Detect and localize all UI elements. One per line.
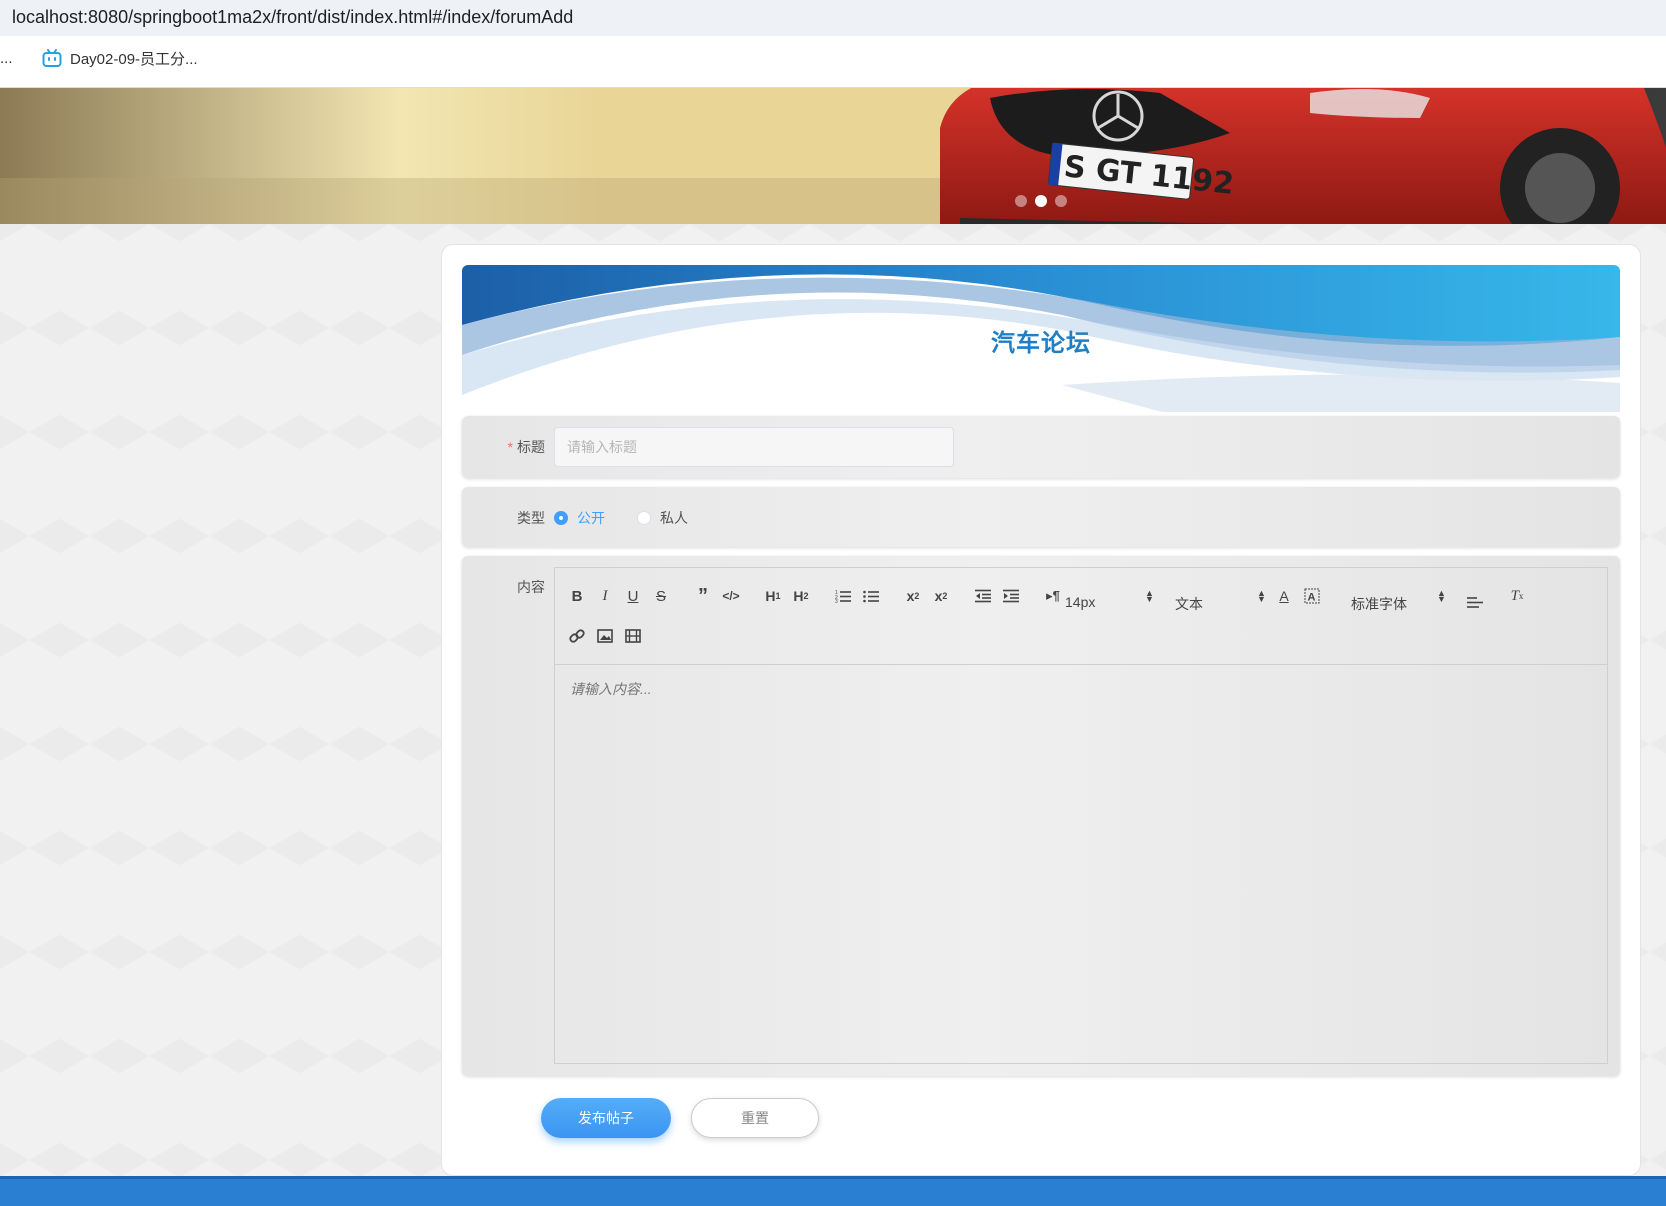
image-icon[interactable] (593, 624, 617, 648)
radio-public[interactable]: 公开 (554, 508, 605, 528)
clear-format-icon[interactable]: Tx (1505, 584, 1529, 608)
header-value: 文本 (1175, 596, 1203, 612)
video-icon[interactable] (621, 624, 645, 648)
title-input[interactable] (554, 427, 954, 467)
blockquote-icon[interactable]: ” (691, 584, 715, 608)
bullet-list-icon[interactable] (859, 584, 883, 608)
carousel-indicators (1015, 195, 1067, 207)
ordered-list-icon[interactable]: 123 (831, 584, 855, 608)
form-row-title: * 标题 (462, 416, 1620, 478)
indent-icon[interactable] (999, 584, 1023, 608)
banner-carousel[interactable]: S GT 1192 (0, 88, 1666, 224)
align-icon[interactable] (1463, 590, 1487, 614)
submit-post-button[interactable]: 发布帖子 (541, 1098, 671, 1138)
content-placeholder: 请输入内容... (570, 681, 652, 697)
card-header: 汽车论坛 (462, 265, 1620, 412)
code-block-icon[interactable]: </> (719, 584, 743, 608)
italic-icon[interactable]: I (593, 584, 617, 608)
font-family-select[interactable]: 标准字体 ▲ ▼ (1351, 589, 1471, 614)
editor-content-area[interactable]: 请输入内容... (555, 665, 1607, 1063)
banner-image: S GT 1192 (0, 88, 1666, 224)
required-mark: * (507, 439, 513, 455)
svg-text:3: 3 (835, 599, 838, 603)
page-title: 汽车论坛 (991, 330, 1091, 357)
reset-button[interactable]: 重置 (691, 1098, 819, 1138)
underline-icon[interactable]: U (621, 584, 645, 608)
radio-circle[interactable] (637, 511, 651, 525)
radio-private-label: 私人 (660, 510, 688, 526)
carousel-dot[interactable] (1015, 195, 1027, 207)
svg-text:A: A (1308, 592, 1316, 604)
title-label-text: 标题 (517, 439, 545, 455)
carousel-dot[interactable] (1055, 195, 1067, 207)
radio-public-label: 公开 (577, 510, 605, 526)
strike-icon[interactable]: S (649, 584, 673, 608)
bookmark-item[interactable]: Day02-09-员工分... (42, 48, 198, 69)
editor-toolbar: B I U S ” </> H1 H2 123 x2 x2 ▸¶ 14px ▲ … (555, 568, 1607, 665)
type-label: 类型 (517, 510, 545, 526)
form-row-type: 类型 公开 私人 (462, 487, 1620, 547)
bold-icon[interactable]: B (565, 584, 589, 608)
forum-add-card: 汽车论坛 *标题 类型 公开 私人 内容 B I U S ” </> (441, 244, 1641, 1176)
superscript-icon[interactable]: x2 (929, 584, 953, 608)
text-direction-icon[interactable]: ▸¶ (1041, 584, 1065, 608)
header-2-icon[interactable]: H2 (789, 584, 813, 608)
carousel-dot-active[interactable] (1035, 195, 1047, 207)
bookmarks-bar: ... Day02-09-员工分... (0, 36, 1666, 88)
title-label: * 标题 (508, 437, 545, 457)
font-family-value: 标准字体 (1351, 596, 1407, 612)
bilibili-icon (42, 48, 62, 69)
form-row-content: 内容 B I U S ” </> H1 H2 123 x2 x2 ▸¶ 14px… (462, 556, 1620, 1076)
link-icon[interactable] (565, 624, 589, 648)
header-arrows-icon: ▲ ▼ (1257, 588, 1266, 604)
footer-bar (0, 1176, 1666, 1206)
bookmarks-overflow[interactable]: ... (0, 50, 13, 67)
font-family-arrows-icon: ▲ ▼ (1437, 588, 1446, 604)
rich-text-editor: B I U S ” </> H1 H2 123 x2 x2 ▸¶ 14px ▲ … (554, 567, 1608, 1064)
bookmark-label: Day02-09-员工分... (70, 51, 198, 68)
header-1-icon[interactable]: H1 (761, 584, 785, 608)
radio-private[interactable]: 私人 (637, 508, 688, 528)
header-select[interactable]: 文本 ▲ ▼ (1175, 589, 1275, 614)
background-color-icon[interactable]: A (1300, 584, 1324, 608)
font-size-value: 14px (1065, 594, 1096, 610)
content-label: 内容 (517, 579, 545, 595)
font-size-select[interactable]: 14px ▲ ▼ (1065, 589, 1165, 611)
outdent-icon[interactable] (971, 584, 995, 608)
address-bar[interactable]: localhost:8080/springboot1ma2x/front/dis… (0, 0, 1666, 36)
font-color-icon[interactable]: A (1272, 584, 1296, 608)
radio-circle-checked[interactable] (554, 511, 568, 525)
subscript-icon[interactable]: x2 (901, 584, 925, 608)
url-text[interactable]: localhost:8080/springboot1ma2x/front/dis… (12, 7, 573, 27)
font-size-arrows-icon: ▲ ▼ (1145, 588, 1154, 604)
